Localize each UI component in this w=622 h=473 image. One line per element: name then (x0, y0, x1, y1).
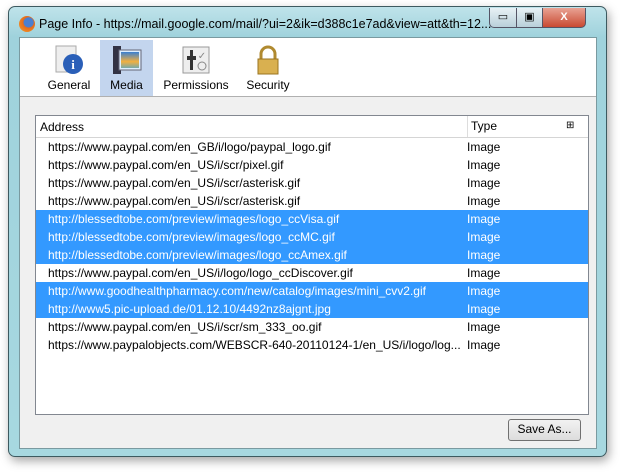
firefox-icon (19, 16, 35, 32)
table-row[interactable]: https://www.paypal.com/en_US/i/scr/pixel… (36, 156, 588, 174)
window-title: Page Info - https://mail.google.com/mail… (39, 17, 492, 31)
info-icon: i (53, 44, 85, 76)
address-cell: https://www.paypal.com/en_GB/i/logo/payp… (48, 140, 331, 154)
type-cell: Image (467, 320, 501, 334)
address-cell: https://www.paypal.com/en_US/i/scr/aster… (48, 194, 301, 208)
column-header-type[interactable]: Type (467, 116, 497, 137)
lock-icon (252, 44, 284, 76)
type-cell: Image (467, 284, 501, 298)
address-cell: https://www.paypal.com/en_US/i/scr/pixel… (48, 158, 284, 172)
svg-text:✓: ✓ (198, 51, 206, 62)
table-row[interactable]: http://blessedtobe.com/preview/images/lo… (36, 210, 588, 228)
tab-permissions[interactable]: ✓ Permissions (157, 40, 235, 96)
save-as-button[interactable]: Save As... (508, 419, 581, 441)
type-cell: Image (467, 248, 501, 262)
type-cell: Image (467, 230, 501, 244)
type-cell: Image (467, 266, 501, 280)
type-cell: Image (467, 212, 501, 226)
table-row[interactable]: http://blessedtobe.com/preview/images/lo… (36, 246, 588, 264)
maximize-button[interactable]: ▣ (516, 8, 543, 28)
tab-toolbar: i General Media ✓ Permissions Security (20, 38, 596, 97)
address-cell: http://www5.pic-upload.de/01.12.10/4492n… (48, 302, 331, 316)
table-row[interactable]: https://www.paypal.com/en_GB/i/logo/payp… (36, 138, 588, 156)
address-cell: http://blessedtobe.com/preview/images/lo… (48, 248, 347, 262)
tab-label: Security (246, 78, 290, 92)
table-row[interactable]: http://blessedtobe.com/preview/images/lo… (36, 228, 588, 246)
address-cell: https://www.paypal.com/en_US/i/scr/sm_33… (48, 320, 322, 334)
type-cell: Image (467, 338, 501, 352)
table-row[interactable]: https://www.paypal.com/en_US/i/scr/aster… (36, 192, 588, 210)
media-icon (111, 44, 143, 76)
type-cell: Image (467, 302, 501, 316)
table-row[interactable]: http://www5.pic-upload.de/01.12.10/4492n… (36, 300, 588, 318)
type-cell: Image (467, 176, 501, 190)
address-cell: https://www.paypalobjects.com/WEBSCR-640… (48, 338, 461, 352)
address-cell: http://blessedtobe.com/preview/images/lo… (48, 212, 340, 226)
column-picker-icon[interactable]: ⊞ (566, 120, 574, 131)
list-header: Address Type ⊞ (36, 116, 588, 138)
table-row[interactable]: http://www.goodhealthpharmacy.com/new/ca… (36, 282, 588, 300)
address-cell: http://blessedtobe.com/preview/images/lo… (48, 230, 335, 244)
table-row[interactable]: https://www.paypal.com/en_US/i/logo/logo… (36, 264, 588, 282)
address-cell: https://www.paypal.com/en_US/i/scr/aster… (48, 176, 301, 190)
tab-label: Permissions (163, 78, 229, 92)
address-cell: http://www.goodhealthpharmacy.com/new/ca… (48, 284, 426, 298)
permissions-icon: ✓ (180, 44, 212, 76)
client-area: i General Media ✓ Permissions Security A… (19, 37, 597, 449)
media-list[interactable]: Address Type ⊞ https://www.paypal.com/en… (35, 115, 589, 415)
table-row[interactable]: https://www.paypal.com/en_US/i/scr/sm_33… (36, 318, 588, 336)
tab-security[interactable]: Security (239, 40, 297, 96)
address-cell: https://www.paypal.com/en_US/i/logo/logo… (48, 266, 353, 280)
column-header-address[interactable]: Address (40, 120, 84, 134)
close-button[interactable]: X (542, 8, 586, 28)
type-cell: Image (467, 194, 501, 208)
table-row[interactable]: https://www.paypal.com/en_US/i/scr/aster… (36, 174, 588, 192)
tab-media[interactable]: Media (100, 40, 153, 96)
tab-general[interactable]: i General (42, 40, 96, 96)
type-cell: Image (467, 140, 501, 154)
page-info-window: Page Info - https://mail.google.com/mail… (8, 6, 607, 457)
table-row[interactable]: https://www.paypalobjects.com/WEBSCR-640… (36, 336, 588, 354)
tab-label: General (47, 78, 91, 92)
svg-text:i: i (71, 57, 75, 72)
tab-label: Media (110, 78, 143, 92)
type-cell: Image (467, 158, 501, 172)
minimize-button[interactable]: ▭ (489, 8, 517, 28)
